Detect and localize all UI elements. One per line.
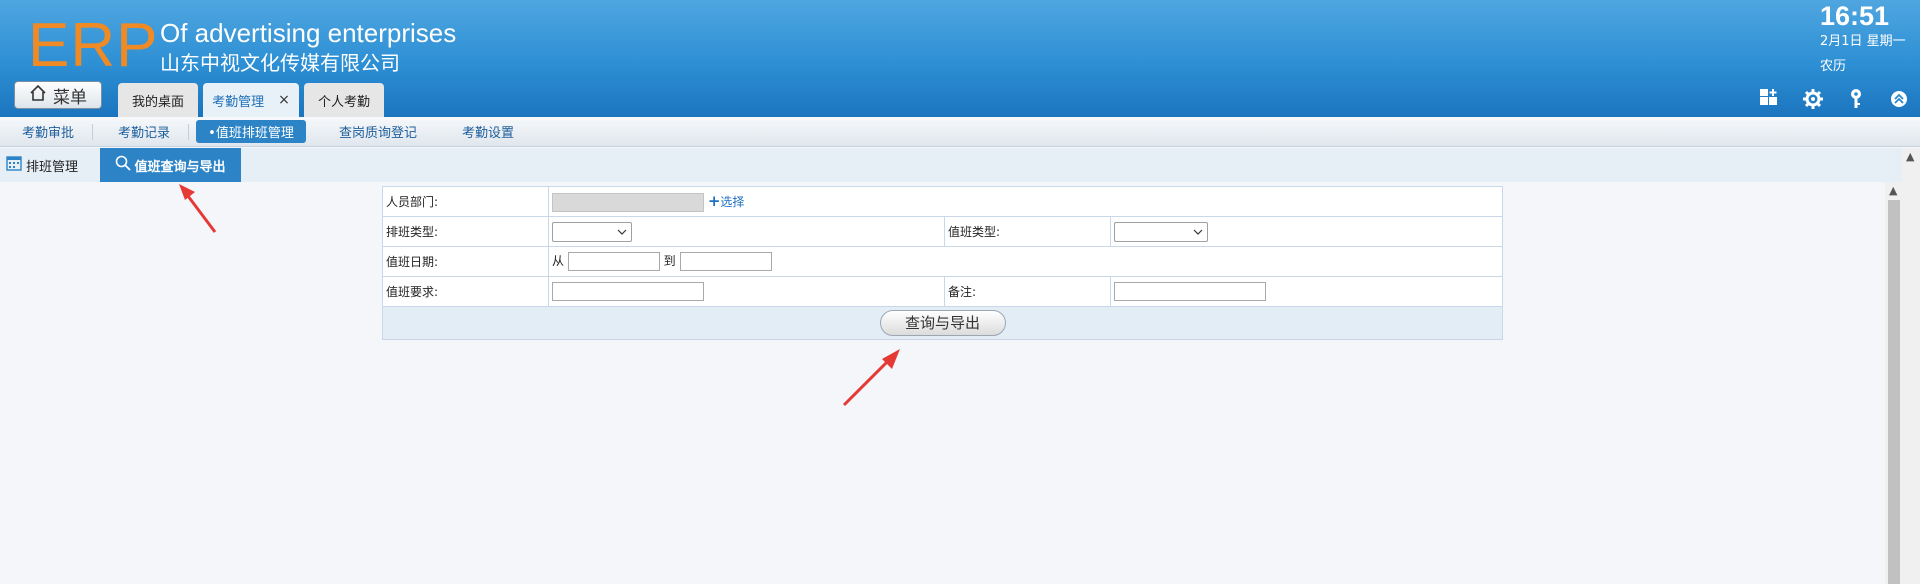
subnav-divider bbox=[92, 124, 93, 140]
duty-date-cell: 从 到 bbox=[548, 246, 1503, 277]
tab-attendance-management[interactable]: 考勤管理 × bbox=[203, 83, 299, 117]
tab-duty-query-export[interactable]: 值班查询与导出 bbox=[100, 148, 241, 182]
duty-requirement-label: 值班要求: bbox=[382, 276, 549, 307]
dept-cell: +选择 bbox=[548, 186, 1503, 217]
duty-type-select[interactable] bbox=[1114, 221, 1208, 242]
shift-type-cell bbox=[548, 216, 945, 247]
scroll-up-arrow-icon[interactable]: ▲ bbox=[1906, 150, 1914, 163]
duty-requirement-cell bbox=[548, 276, 945, 307]
query-export-button[interactable]: 查询与导出 bbox=[879, 310, 1006, 336]
tab-label: 考勤管理 bbox=[212, 94, 265, 110]
tab-my-desktop[interactable]: 我的桌面 bbox=[118, 83, 198, 117]
collapse-up-icon[interactable] bbox=[1886, 86, 1912, 112]
subnav-duty-scheduling[interactable]: •值班排班管理 bbox=[196, 120, 306, 143]
shift-type-label: 排班类型: bbox=[382, 216, 549, 247]
form-row: 人员部门: +选择 bbox=[382, 186, 1503, 217]
dept-label: 人员部门: bbox=[382, 186, 549, 217]
subnav-divider bbox=[188, 124, 189, 140]
to-label: 到 bbox=[663, 254, 676, 268]
tab-label: 个人考勤 bbox=[317, 94, 370, 110]
tab-personal-attendance[interactable]: 个人考勤 bbox=[304, 83, 384, 117]
clock-time: 16:51 bbox=[1820, 1, 1890, 31]
duty-query-form: 人员部门: +选择 排班类型: 值班类型: 值班日期: 从 到 值班要求: 备注… bbox=[382, 186, 1503, 340]
date-from-input[interactable] bbox=[567, 252, 660, 271]
duty-type-cell bbox=[1110, 216, 1503, 247]
form-actions-row: 查询与导出 bbox=[382, 306, 1503, 340]
company-name-cn: 山东中视文化传媒有限公司 bbox=[160, 51, 400, 75]
key-icon[interactable] bbox=[1843, 86, 1869, 112]
select-dept-link[interactable]: 选择 bbox=[720, 195, 744, 209]
annotation-arrow-icon bbox=[842, 349, 900, 407]
sub-navigation: 考勤审批 考勤记录 •值班排班管理 查岗质询登记 考勤设置 bbox=[0, 117, 1920, 147]
dept-field[interactable] bbox=[552, 192, 704, 212]
menu-label: 菜单 bbox=[53, 87, 87, 108]
chevron-down-icon bbox=[617, 229, 627, 235]
subnav-post-inquiry-registration[interactable]: 查岗质询登记 bbox=[330, 120, 426, 143]
gear-icon[interactable] bbox=[1800, 86, 1826, 112]
duty-requirement-input[interactable] bbox=[552, 282, 704, 301]
annotation-arrow-icon bbox=[179, 184, 217, 233]
inner-tab-bar: 排班管理 值班查询与导出 bbox=[0, 148, 1920, 182]
subnav-attendance-records[interactable]: 考勤记录 bbox=[108, 120, 180, 143]
form-row: 值班日期: 从 到 bbox=[382, 246, 1503, 277]
outer-scrollbar[interactable] bbox=[1902, 148, 1920, 584]
remark-label: 备注: bbox=[944, 276, 1111, 307]
search-icon bbox=[115, 155, 132, 175]
remark-cell bbox=[1110, 276, 1503, 307]
app-header: ERP Of advertising enterprises 山东中视文化传媒有… bbox=[0, 0, 1920, 117]
tab-label: 排班管理 bbox=[26, 159, 79, 175]
menu-button[interactable]: 菜单 bbox=[14, 81, 102, 109]
subnav-attendance-approval[interactable]: 考勤审批 bbox=[12, 120, 84, 143]
tab-shift-management[interactable]: 排班管理 bbox=[6, 154, 78, 176]
calendar-icon bbox=[6, 155, 22, 175]
scrollbar-thumb[interactable] bbox=[1888, 200, 1900, 584]
scroll-up-arrow-icon[interactable]: ▲ bbox=[1889, 184, 1897, 197]
duty-type-label: 值班类型: bbox=[944, 216, 1111, 247]
add-widget-icon[interactable] bbox=[1756, 86, 1782, 112]
close-icon[interactable]: × bbox=[278, 92, 290, 108]
lunar-calendar: 农历 bbox=[1820, 59, 1847, 74]
clock-date: 2月1日 星期一 bbox=[1820, 34, 1906, 49]
remark-input[interactable] bbox=[1114, 282, 1266, 301]
from-label: 从 bbox=[552, 254, 565, 268]
form-row: 值班要求: 备注: bbox=[382, 276, 1503, 307]
form-row: 排班类型: 值班类型: bbox=[382, 216, 1503, 247]
chevron-down-icon bbox=[1193, 229, 1203, 235]
tab-label: 值班查询与导出 bbox=[134, 159, 226, 175]
subnav-attendance-settings[interactable]: 考勤设置 bbox=[452, 120, 524, 143]
date-to-input[interactable] bbox=[679, 252, 772, 271]
home-icon bbox=[29, 84, 47, 106]
duty-date-label: 值班日期: bbox=[382, 246, 549, 277]
tab-label: 我的桌面 bbox=[131, 94, 184, 110]
erp-logo: ERP bbox=[28, 11, 159, 80]
form-actions-cell: 查询与导出 bbox=[382, 306, 1503, 340]
shift-type-select[interactable] bbox=[552, 221, 632, 242]
plus-icon[interactable]: + bbox=[708, 192, 721, 210]
company-name-en: Of advertising enterprises bbox=[160, 18, 457, 48]
